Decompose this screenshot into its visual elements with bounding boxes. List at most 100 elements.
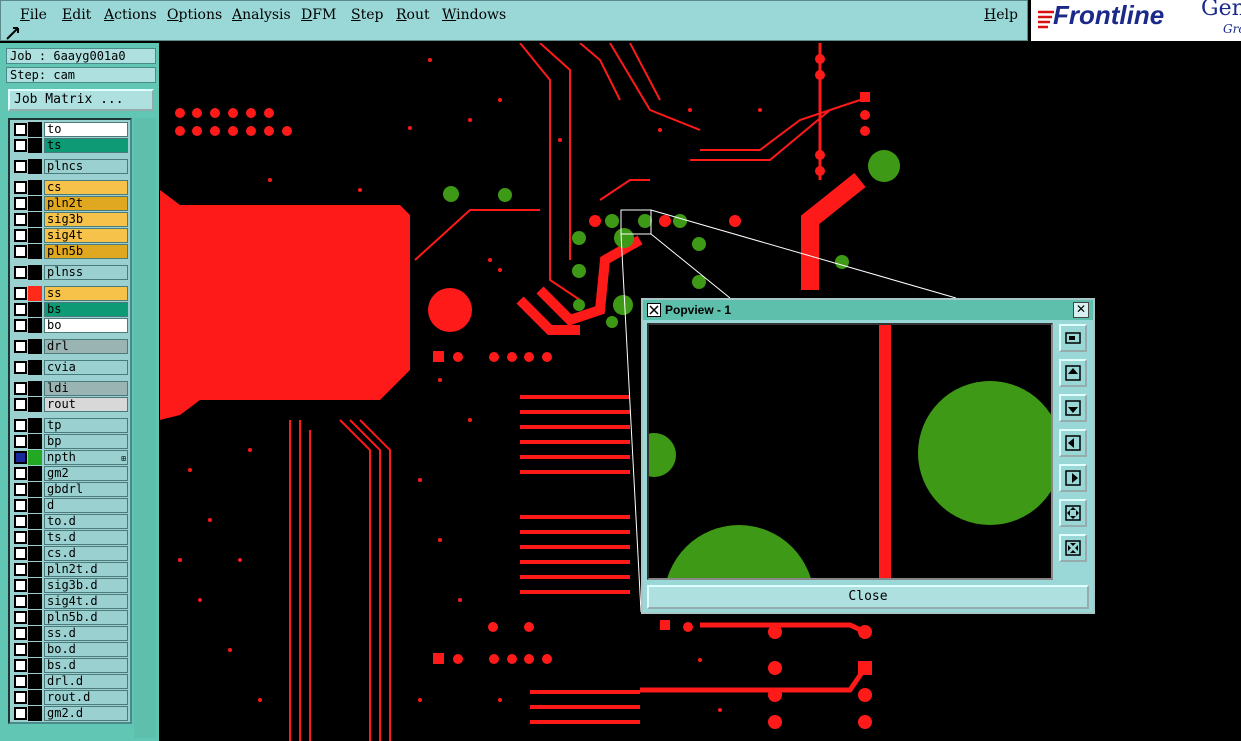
layer-row-to-d[interactable]: to.d <box>12 514 130 529</box>
layer-checkbox[interactable] <box>14 707 27 720</box>
panel-scrollbar[interactable] <box>134 118 156 738</box>
layer-checkbox[interactable] <box>14 245 27 258</box>
layer-row-cs[interactable]: cs <box>12 180 130 195</box>
menu-actions[interactable]: Actions <box>104 7 157 23</box>
layer-row-to[interactable]: to <box>12 122 130 137</box>
layer-checkbox[interactable] <box>14 398 27 411</box>
layer-name[interactable]: rout.d <box>44 690 128 705</box>
menu-edit[interactable]: Edit <box>62 7 91 23</box>
popview-zoom-view[interactable] <box>647 323 1053 580</box>
layer-name[interactable]: bp <box>44 434 128 449</box>
layer-name[interactable]: sig3b.d <box>44 578 128 593</box>
layer-checkbox[interactable] <box>14 595 27 608</box>
layer-name[interactable]: bs.d <box>44 658 128 673</box>
layer-name[interactable]: gm2 <box>44 466 128 481</box>
layer-checkbox[interactable] <box>14 579 27 592</box>
popview-titlebar[interactable]: Popview - 1 ✕ <box>643 300 1093 320</box>
layer-row-pln5b[interactable]: pln5b <box>12 244 130 259</box>
layer-checkbox[interactable] <box>14 287 27 300</box>
layer-name[interactable]: bo <box>44 318 128 333</box>
zoom-window-button[interactable] <box>1059 324 1087 352</box>
layer-row-bo-d[interactable]: bo.d <box>12 642 130 657</box>
layer-checkbox[interactable] <box>14 139 27 152</box>
layer-name[interactable]: plnss <box>44 265 128 280</box>
layer-name[interactable]: ldi <box>44 381 128 396</box>
layer-checkbox[interactable] <box>14 547 27 560</box>
layer-row-gbdrl[interactable]: gbdrl <box>12 482 130 497</box>
layer-checkbox[interactable] <box>14 303 27 316</box>
layer-row-plncs[interactable]: plncs <box>12 159 130 174</box>
layer-row-tp[interactable]: tp <box>12 418 130 433</box>
menu-file[interactable]: File <box>20 7 47 23</box>
layer-name[interactable]: cs <box>44 180 128 195</box>
layer-checkbox[interactable] <box>14 382 27 395</box>
menu-rout[interactable]: Rout <box>396 7 430 23</box>
layer-name[interactable]: tp <box>44 418 128 433</box>
layer-row-ss[interactable]: ss <box>12 286 130 301</box>
pan-left-button[interactable] <box>1059 429 1087 457</box>
layer-row-drl[interactable]: drl <box>12 339 130 354</box>
layer-checkbox[interactable] <box>14 319 27 332</box>
layer-name[interactable]: sig4t.d <box>44 594 128 609</box>
layer-checkbox[interactable] <box>14 181 27 194</box>
layer-name[interactable]: to <box>44 122 128 137</box>
layer-name[interactable]: sig4t <box>44 228 128 243</box>
menu-dfm[interactable]: DFM <box>301 7 336 23</box>
zoom-in-button[interactable] <box>1059 534 1087 562</box>
layer-name[interactable]: ts.d <box>44 530 128 545</box>
menu-help[interactable]: Help <box>984 7 1018 23</box>
layer-name[interactable]: drl <box>44 339 128 354</box>
layer-name[interactable]: cs.d <box>44 546 128 561</box>
job-matrix-button[interactable]: Job Matrix ... <box>8 89 154 111</box>
layer-row-sig3b-d[interactable]: sig3b.d <box>12 578 130 593</box>
layer-name[interactable]: ts <box>44 138 128 153</box>
layer-row-rout[interactable]: rout <box>12 397 130 412</box>
layer-row-ss-d[interactable]: ss.d <box>12 626 130 641</box>
layer-row-ts[interactable]: ts <box>12 138 130 153</box>
layer-name[interactable]: to.d <box>44 514 128 529</box>
layer-checkbox[interactable] <box>14 483 27 496</box>
layer-row-ldi[interactable]: ldi <box>12 381 130 396</box>
layer-checkbox[interactable] <box>14 123 27 136</box>
layer-name[interactable]: pln5b <box>44 244 128 259</box>
expand-icon[interactable]: ⊞ <box>121 452 126 465</box>
layer-name[interactable]: ss.d <box>44 626 128 641</box>
layer-checkbox[interactable] <box>14 419 27 432</box>
pan-right-button[interactable] <box>1059 464 1087 492</box>
layer-checkbox[interactable] <box>14 467 27 480</box>
layer-row-sig4t[interactable]: sig4t <box>12 228 130 243</box>
layer-checkbox[interactable] <box>14 531 27 544</box>
layer-name[interactable]: drl.d <box>44 674 128 689</box>
layer-checkbox[interactable] <box>14 499 27 512</box>
layer-checkbox[interactable] <box>14 563 27 576</box>
close-icon[interactable]: ✕ <box>1073 302 1089 318</box>
layer-checkbox[interactable] <box>14 266 27 279</box>
menu-options[interactable]: Options <box>167 7 222 23</box>
layer-name[interactable]: pln2t <box>44 196 128 211</box>
layer-row-pln2t[interactable]: pln2t <box>12 196 130 211</box>
layer-checkbox[interactable] <box>14 160 27 173</box>
layer-name[interactable]: pln2t.d <box>44 562 128 577</box>
layer-name[interactable]: d <box>44 498 128 513</box>
layer-checkbox[interactable] <box>14 229 27 242</box>
layer-name[interactable]: npth ⊞ <box>44 450 128 465</box>
zoom-out-button[interactable] <box>1059 499 1087 527</box>
menu-step[interactable]: Step <box>351 7 383 23</box>
layer-row-cvia[interactable]: cvia <box>12 360 130 375</box>
layer-checkbox[interactable] <box>14 643 27 656</box>
layer-row-d[interactable]: d <box>12 498 130 513</box>
layer-checkbox[interactable] <box>14 197 27 210</box>
layer-row-sig4t-d[interactable]: sig4t.d <box>12 594 130 609</box>
layer-row-gm2[interactable]: gm2 <box>12 466 130 481</box>
layer-row-plnss[interactable]: plnss <box>12 265 130 280</box>
layer-checkbox[interactable] <box>14 451 27 464</box>
layer-checkbox[interactable] <box>14 213 27 226</box>
layer-row-npth[interactable]: npth ⊞ <box>12 450 130 465</box>
layer-name[interactable]: sig3b <box>44 212 128 227</box>
pan-up-button[interactable] <box>1059 359 1087 387</box>
layer-row-cs-d[interactable]: cs.d <box>12 546 130 561</box>
layer-checkbox[interactable] <box>14 611 27 624</box>
layer-name[interactable]: bs <box>44 302 128 317</box>
layer-row-bs[interactable]: bs <box>12 302 130 317</box>
close-button[interactable]: Close <box>647 585 1089 609</box>
